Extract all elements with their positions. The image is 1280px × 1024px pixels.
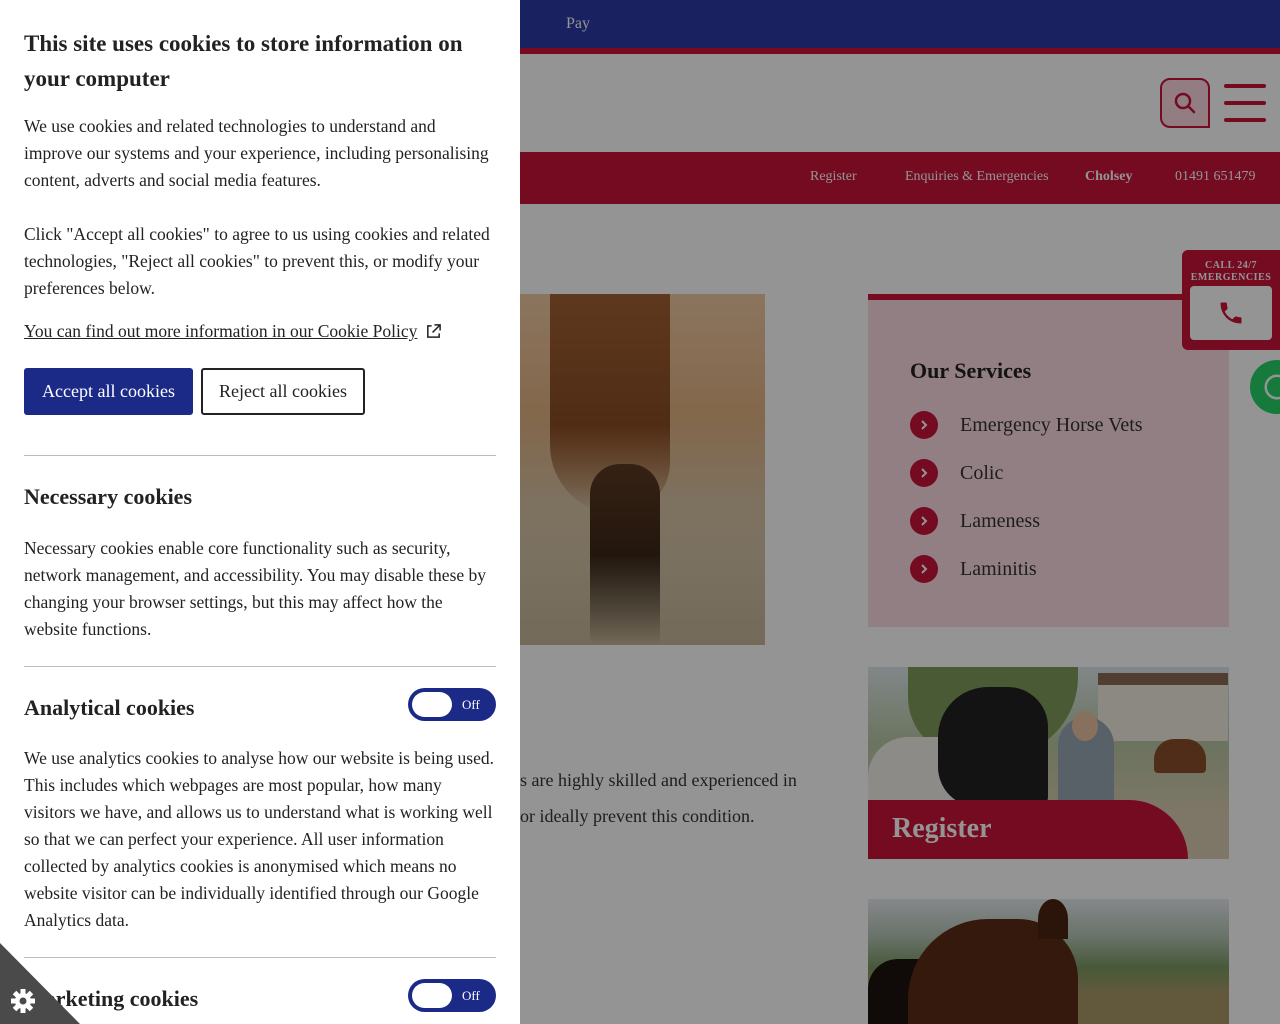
divider [24, 957, 496, 958]
analytical-cookies-title: Analytical cookies [24, 695, 195, 720]
divider [24, 666, 496, 667]
marketing-cookies-toggle[interactable]: Off [408, 979, 496, 1012]
reject-all-cookies-button[interactable]: Reject all cookies [201, 368, 365, 415]
analytical-cookies-toggle[interactable]: Off [408, 688, 496, 721]
toggle-state-label: Off [462, 988, 480, 1003]
cookie-instructions-text: Click "Accept all cookies" to agree to u… [24, 224, 490, 298]
accept-all-cookies-button[interactable]: Accept all cookies [24, 368, 193, 415]
necessary-cookies-text: Necessary cookies enable core functional… [24, 538, 487, 639]
toggle-knob [412, 983, 452, 1008]
cookie-intro-text: We use cookies and related technologies … [24, 116, 489, 190]
divider [24, 455, 496, 456]
necessary-cookies-title: Necessary cookies [24, 484, 193, 509]
cookie-settings-gear-icon[interactable] [0, 943, 80, 1024]
cookie-consent-panel: This site uses cookies to store informat… [0, 0, 520, 1024]
analytical-cookies-text: We use analytics cookies to analyse how … [24, 748, 495, 930]
toggle-state-label: Off [462, 697, 480, 712]
cookie-policy-link-label: You can find out more information in our… [24, 321, 418, 341]
toggle-knob [412, 692, 452, 717]
external-link-icon [427, 324, 442, 338]
cookie-panel-title: This site uses cookies to store informat… [24, 31, 463, 91]
cookie-policy-link[interactable]: You can find out more information in our… [24, 321, 442, 342]
